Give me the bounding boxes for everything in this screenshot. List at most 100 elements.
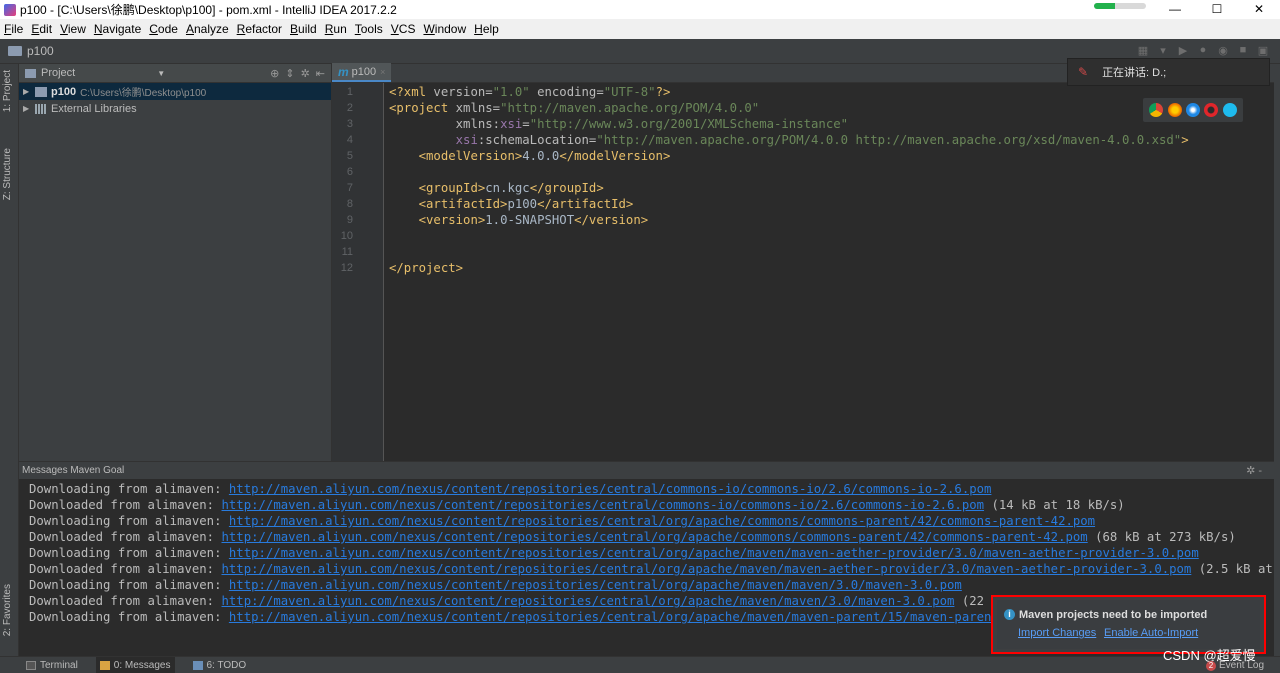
window-title: p100 - [C:\Users\徐鹏\Desktop\p100] - pom.… xyxy=(20,3,397,17)
tab-terminal[interactable]: Terminal xyxy=(26,660,78,671)
code-line: <artifactId>p100</artifactId> xyxy=(418,197,634,211)
tree-item-p100[interactable]: ▶ p100 C:\Users\徐鹏\Desktop\p100 xyxy=(19,83,331,100)
chevron-down-icon[interactable]: ▼ xyxy=(157,69,165,78)
close-tab-icon[interactable]: × xyxy=(380,67,385,77)
log-link[interactable]: http://maven.aliyun.com/nexus/content/re… xyxy=(222,498,985,512)
terminal-icon xyxy=(26,660,36,670)
code-line: xsi:schemaLocation="http://maven.apache.… xyxy=(455,133,1189,147)
menu-view[interactable]: View xyxy=(60,22,86,36)
log-link[interactable]: http://maven.aliyun.com/nexus/content/re… xyxy=(222,594,955,608)
left-tool-stripe: 1: Project Z: Structure 2: Favorites xyxy=(0,64,19,656)
event-log-button[interactable]: 2 Event Log xyxy=(1206,660,1264,671)
menu-vcs[interactable]: VCS xyxy=(391,22,416,36)
tab-favorites-tool[interactable]: 2: Favorites xyxy=(2,584,13,636)
coverage-icon[interactable]: ◉ xyxy=(1216,44,1230,58)
line-number: 8 xyxy=(346,198,353,210)
log-link[interactable]: http://maven.aliyun.com/nexus/content/re… xyxy=(229,482,992,496)
debug-icon[interactable]: ● xyxy=(1196,44,1210,58)
log-line: Downloaded from alimaven: http://maven.a… xyxy=(29,530,1236,544)
run-config-dropdown-icon[interactable]: ▾ xyxy=(1156,44,1170,58)
line-number: 2 xyxy=(346,102,353,114)
menu-window[interactable]: Window xyxy=(423,22,466,36)
line-number: 9 xyxy=(346,214,353,226)
tree-item-label: External Libraries xyxy=(51,102,137,115)
internet-explorer-icon[interactable] xyxy=(1222,103,1237,117)
voice-chat-overlay: ✎ 正在讲话: D.; xyxy=(1067,58,1270,86)
event-log-label: Event Log xyxy=(1219,660,1265,671)
log-line: Downloading from alimaven: http://maven.… xyxy=(29,482,992,496)
menu-analyze[interactable]: Analyze xyxy=(186,22,229,36)
gear-icon[interactable]: ✲ xyxy=(301,67,310,80)
menu-navigate[interactable]: Navigate xyxy=(94,22,141,36)
code-line: <version>1.0-SNAPSHOT</version> xyxy=(418,213,649,227)
project-view-icon xyxy=(25,68,36,78)
tab-label: 6: TODO xyxy=(206,659,247,671)
menu-build[interactable]: Build xyxy=(290,22,317,36)
import-changes-link[interactable]: Import Changes xyxy=(1018,627,1096,639)
line-number: 3 xyxy=(346,118,353,130)
scroll-from-source-icon[interactable]: ⊕ xyxy=(270,67,279,80)
tab-messages[interactable]: 0: Messages xyxy=(95,656,175,673)
module-folder-icon xyxy=(35,86,47,97)
breadcrumb-project[interactable]: p100 xyxy=(27,44,54,58)
collapse-all-icon[interactable]: ⇕ xyxy=(285,67,294,80)
messages-panel-title: Messages Maven Goal xyxy=(22,465,125,476)
log-link[interactable]: http://maven.aliyun.com/nexus/content/re… xyxy=(229,546,1199,560)
gear-icon[interactable]: ✲ ‑ xyxy=(1246,464,1262,477)
log-link[interactable]: http://maven.aliyun.com/nexus/content/re… xyxy=(229,578,962,592)
log-link[interactable]: http://maven.aliyun.com/nexus/content/re… xyxy=(229,514,1095,528)
safari-icon[interactable] xyxy=(1185,103,1200,117)
expand-arrow-icon[interactable]: ▶ xyxy=(23,104,33,113)
log-line: Downloaded from alimaven: http://maven.a… xyxy=(29,594,985,608)
tab-todo[interactable]: 6: TODO xyxy=(192,659,247,671)
bottom-tool-bar: Terminal 0: Messages 6: TODO CSDN @超爱慢 2… xyxy=(0,648,1280,673)
code-line: <project xmlns="http://maven.apache.org/… xyxy=(389,101,760,115)
hide-panel-icon[interactable]: ⇤ xyxy=(316,67,325,80)
line-number: 1 xyxy=(346,86,353,98)
todo-icon xyxy=(192,660,203,670)
project-structure-icon[interactable]: ▣ xyxy=(1256,44,1270,58)
code-line: <?xml version="1.0" encoding="UTF-8"?> xyxy=(389,85,671,99)
messages-panel-header: Messages Maven Goal ✲ ‑ xyxy=(19,462,1274,479)
window-title-bar: p100 - [C:\Users\徐鹏\Desktop\p100] - pom.… xyxy=(0,0,1280,19)
menu-code[interactable]: Code xyxy=(149,22,178,36)
run-icon[interactable]: ▶ xyxy=(1176,44,1190,58)
log-link[interactable]: http://maven.aliyun.com/nexus/content/re… xyxy=(222,530,1088,544)
tree-item-path: C:\Users\徐鹏\Desktop\p100 xyxy=(80,88,207,99)
menu-run[interactable]: Run xyxy=(325,22,347,36)
menu-help[interactable]: Help xyxy=(474,22,499,36)
menu-tools[interactable]: Tools xyxy=(355,22,383,36)
event-count-badge: 2 xyxy=(1206,660,1216,671)
tree-item-label: p100 xyxy=(51,85,77,98)
log-line: Downloading from alimaven: http://maven.… xyxy=(29,610,999,624)
menu-refactor[interactable]: Refactor xyxy=(237,22,282,36)
tab-project-tool[interactable]: 1: Project xyxy=(2,70,13,112)
maximize-button[interactable]: ☐ xyxy=(1196,0,1238,19)
tree-item-external-libraries[interactable]: ▶ External Libraries xyxy=(19,100,331,117)
menu-file[interactable]: File xyxy=(4,22,23,36)
editor-tab-pom[interactable]: m p100 × xyxy=(332,63,392,82)
project-view-selector[interactable]: Project xyxy=(41,67,75,79)
stop-icon[interactable]: ■ xyxy=(1236,44,1250,58)
browser-preview-toolbar xyxy=(1143,98,1243,122)
minimize-button[interactable]: — xyxy=(1154,0,1196,19)
tab-label: Terminal xyxy=(40,659,78,671)
project-panel-header: Project ▼ ⊕ ⇕ ✲ ⇤ xyxy=(19,64,331,83)
enable-auto-import-link[interactable]: Enable Auto-Import xyxy=(1104,627,1198,639)
line-number: 6 xyxy=(346,166,353,178)
library-icon xyxy=(35,103,47,114)
editor-tab-label: p100 xyxy=(351,65,377,78)
tab-structure-tool[interactable]: Z: Structure xyxy=(2,148,13,200)
chrome-icon[interactable] xyxy=(1149,103,1164,117)
close-button[interactable]: ✕ xyxy=(1238,0,1280,19)
log-link[interactable]: http://maven.aliyun.com/nexus/content/re… xyxy=(222,562,1192,576)
build-icon[interactable]: ▦ xyxy=(1136,44,1150,58)
expand-arrow-icon[interactable]: ▶ xyxy=(23,87,33,96)
line-number: 4 xyxy=(346,134,353,146)
code-line: <modelVersion>4.0.0</modelVersion> xyxy=(418,149,671,163)
menu-edit[interactable]: Edit xyxy=(31,22,52,36)
editor-area: m p100 × 1 2 3 4 5 6 7 8 9 10 11 12 <?xm… xyxy=(332,63,1275,461)
log-link[interactable]: http://maven.aliyun.com/nexus/content/re… xyxy=(229,610,999,624)
opera-icon[interactable] xyxy=(1204,103,1219,117)
firefox-icon[interactable] xyxy=(1167,103,1182,117)
